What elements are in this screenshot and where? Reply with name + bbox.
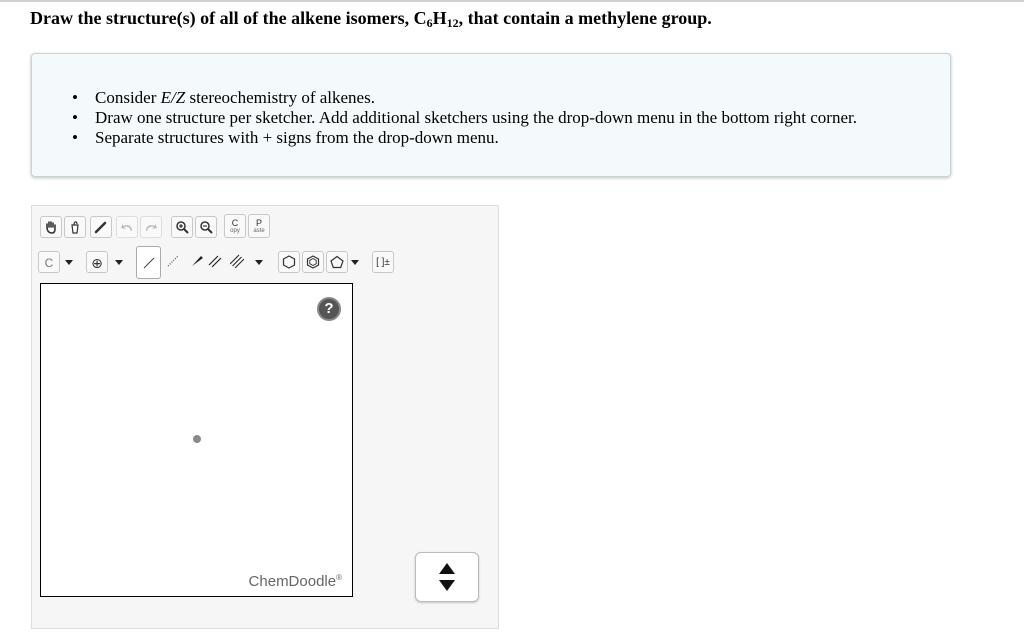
benzene-icon[interactable]: [302, 251, 324, 273]
brand-mark: ®: [336, 573, 342, 582]
chemdoodle-logo: ChemDoodle®: [249, 573, 342, 590]
brackets-button[interactable]: [ ]±: [372, 251, 394, 273]
charge-button[interactable]: ⊕: [86, 251, 108, 273]
pan-hand-icon[interactable]: [40, 216, 62, 238]
brand-text: ChemDoodle: [248, 573, 337, 590]
formula-subscript-12: 12: [446, 16, 459, 30]
question-text-prefix: Draw the structure(s) of all of the alke…: [30, 8, 427, 28]
clear-bucket-icon[interactable]: [64, 216, 86, 238]
eraser-icon[interactable]: [90, 216, 112, 238]
cyclohexane-icon[interactable]: [278, 251, 300, 273]
instruction-text-tail: stereochemistry of alkenes.: [185, 88, 375, 107]
chevron-down-icon[interactable]: [115, 260, 123, 265]
double-bond-icon[interactable]: [204, 251, 226, 273]
copy-label-small: opy: [230, 228, 240, 234]
question-text-suffix: , that contain a methylene group.: [458, 8, 712, 28]
triple-bond-icon[interactable]: [226, 251, 248, 273]
instruction-text: Draw one structure per sketcher. Add add…: [95, 108, 857, 127]
chevron-down-icon[interactable]: [351, 260, 359, 265]
formula-h: H: [432, 8, 447, 28]
paste-label-small: aste: [253, 228, 265, 234]
instructions-box: Consider E/Z stereochemistry of alkenes.…: [31, 53, 951, 177]
brackets-label: [ ]±: [376, 257, 390, 268]
charge-label: ⊕: [91, 255, 103, 271]
instructions-list: Consider E/Z stereochemistry of alkenes.…: [72, 88, 857, 148]
instruction-text: Consider: [95, 88, 161, 107]
help-button[interactable]: ?: [317, 297, 341, 321]
help-label: ?: [324, 300, 334, 317]
undo-icon[interactable]: [116, 216, 138, 238]
zoom-out-icon[interactable]: [195, 216, 217, 238]
chevron-down-icon[interactable]: [255, 260, 263, 265]
cursor-dot: [193, 435, 201, 443]
paste-button[interactable]: Paste: [248, 214, 270, 238]
top-rule: [0, 0, 1024, 2]
up-down-arrows-icon: [439, 563, 455, 591]
instruction-item: Draw one structure per sketcher. Add add…: [72, 108, 857, 128]
atom-label-button[interactable]: C: [38, 251, 60, 273]
drawing-canvas[interactable]: ? ChemDoodle®: [40, 283, 353, 597]
chemdoodle-sketcher: Copy Paste C ⊕ [ ]± ? ChemDoodle®: [31, 205, 499, 629]
chevron-down-icon[interactable]: [65, 260, 73, 265]
hashed-bond-icon[interactable]: [162, 251, 184, 273]
instruction-item: Consider E/Z stereochemistry of alkenes.: [72, 88, 857, 108]
instruction-text: Separate structures with + signs from th…: [95, 128, 499, 147]
instruction-item: Separate structures with + signs from th…: [72, 128, 857, 148]
zoom-in-icon[interactable]: [171, 216, 193, 238]
redo-icon[interactable]: [140, 216, 162, 238]
copy-button[interactable]: Copy: [224, 214, 246, 238]
atom-label: C: [44, 256, 54, 270]
cyclopentane-icon[interactable]: [326, 251, 348, 273]
add-sketcher-dropdown[interactable]: [415, 552, 479, 602]
single-bond-button[interactable]: [136, 246, 161, 279]
instruction-emphasis: E/Z: [160, 88, 186, 107]
question-prompt: Draw the structure(s) of all of the alke…: [30, 8, 712, 31]
